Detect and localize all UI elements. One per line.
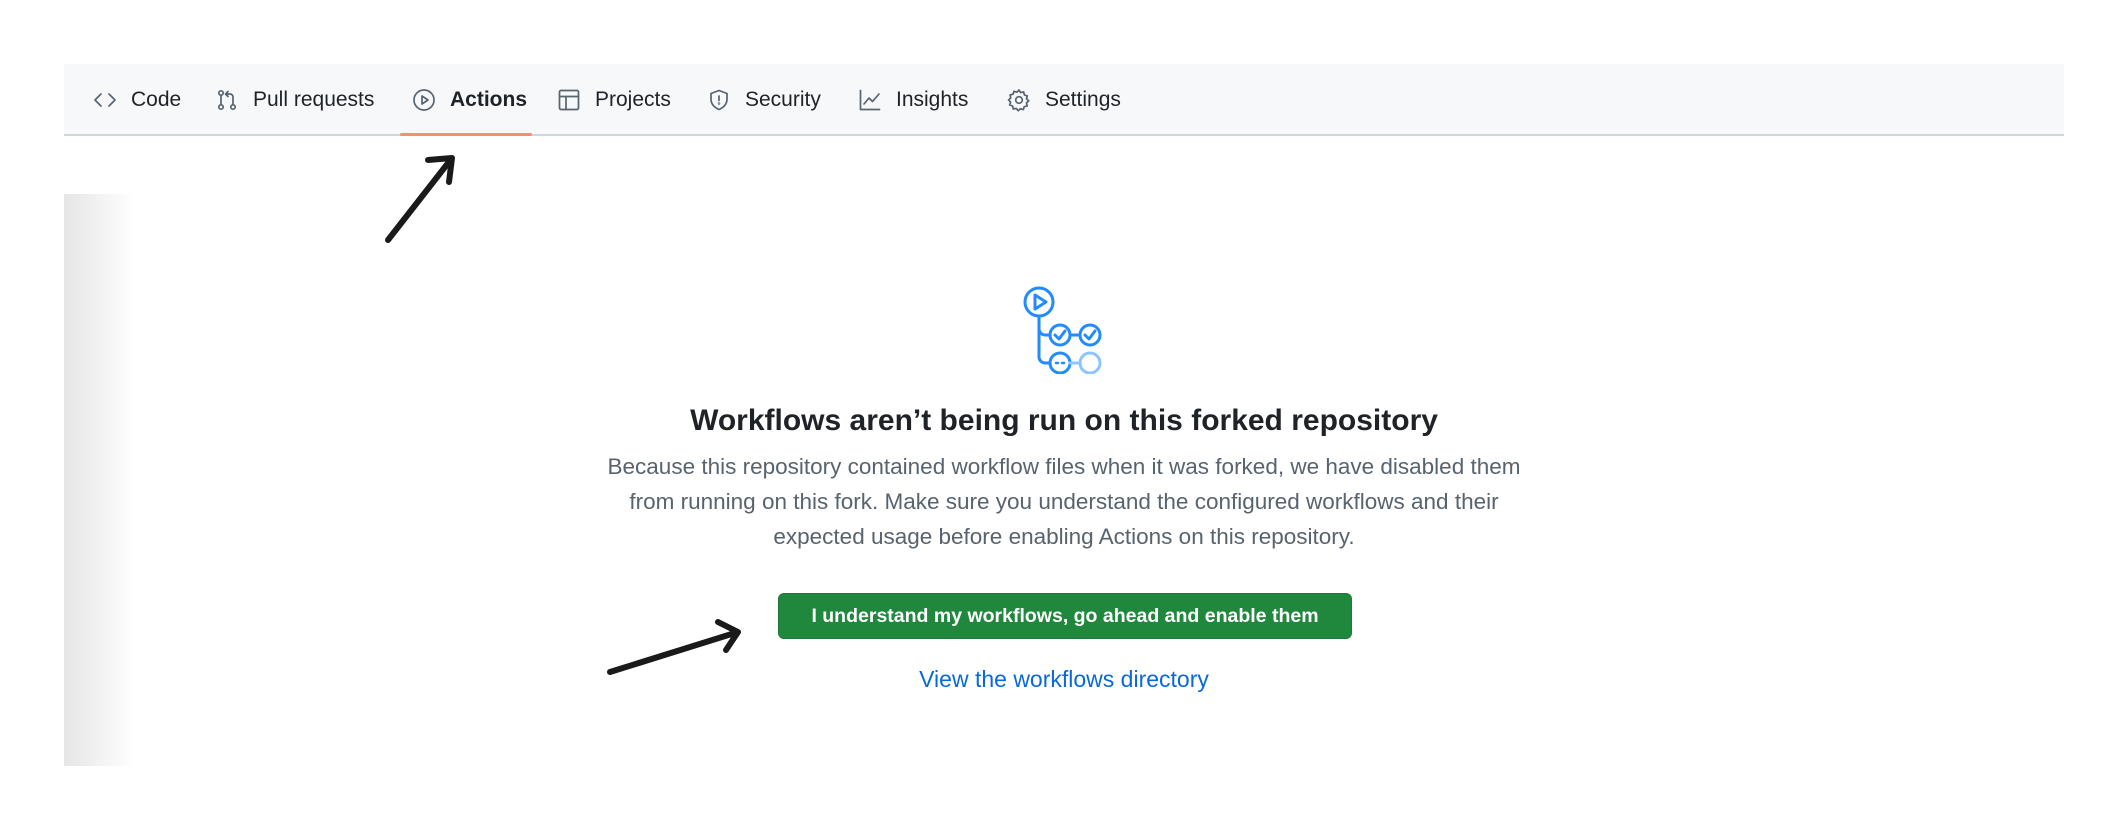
tab-pull-requests[interactable]: Pull requests (215, 64, 374, 136)
workflows-directory-link[interactable]: View the workflows directory (64, 666, 2064, 693)
tab-settings-label: Settings (1045, 88, 1121, 111)
tab-security-label: Security (745, 88, 821, 111)
tab-settings[interactable]: Settings (1007, 64, 1121, 136)
code-icon (94, 93, 116, 107)
table-icon (558, 89, 580, 111)
enable-workflows-button[interactable]: I understand my workflows, go ahead and … (778, 593, 1352, 639)
tab-insights-label: Insights (896, 88, 969, 111)
tab-code[interactable]: Code (93, 64, 181, 136)
tab-security[interactable]: Security (707, 64, 821, 136)
tab-projects[interactable]: Projects (557, 64, 671, 136)
gear-icon (1007, 89, 1030, 112)
active-tab-indicator (400, 133, 532, 136)
tab-insights[interactable]: Insights (858, 64, 968, 136)
description-line: Because this repository contained workfl… (607, 454, 1521, 479)
git-pull-request-icon (217, 89, 237, 111)
tab-code-label: Code (131, 88, 182, 111)
graph-icon (859, 89, 881, 111)
shield-icon (710, 89, 728, 111)
repository-nav: Code Pull requests Actions Projects Secu… (64, 64, 2064, 136)
description-line: from running on this fork. Make sure you… (629, 489, 1499, 514)
empty-state-title: Workflows aren’t being run on this forke… (690, 404, 1438, 437)
repository-page: Code Pull requests Actions Projects Secu… (64, 64, 2064, 766)
tab-pull-requests-label: Pull requests (253, 88, 375, 111)
description-line: expected usage before enabling Actions o… (773, 524, 1355, 549)
tab-actions[interactable]: Actions (412, 64, 527, 136)
tab-projects-label: Projects (595, 88, 671, 111)
empty-state-description: Because this repository contained workfl… (564, 449, 1564, 554)
workflow-icon (1023, 286, 1102, 374)
play-icon (413, 89, 435, 111)
tab-actions-label: Actions (450, 88, 528, 111)
